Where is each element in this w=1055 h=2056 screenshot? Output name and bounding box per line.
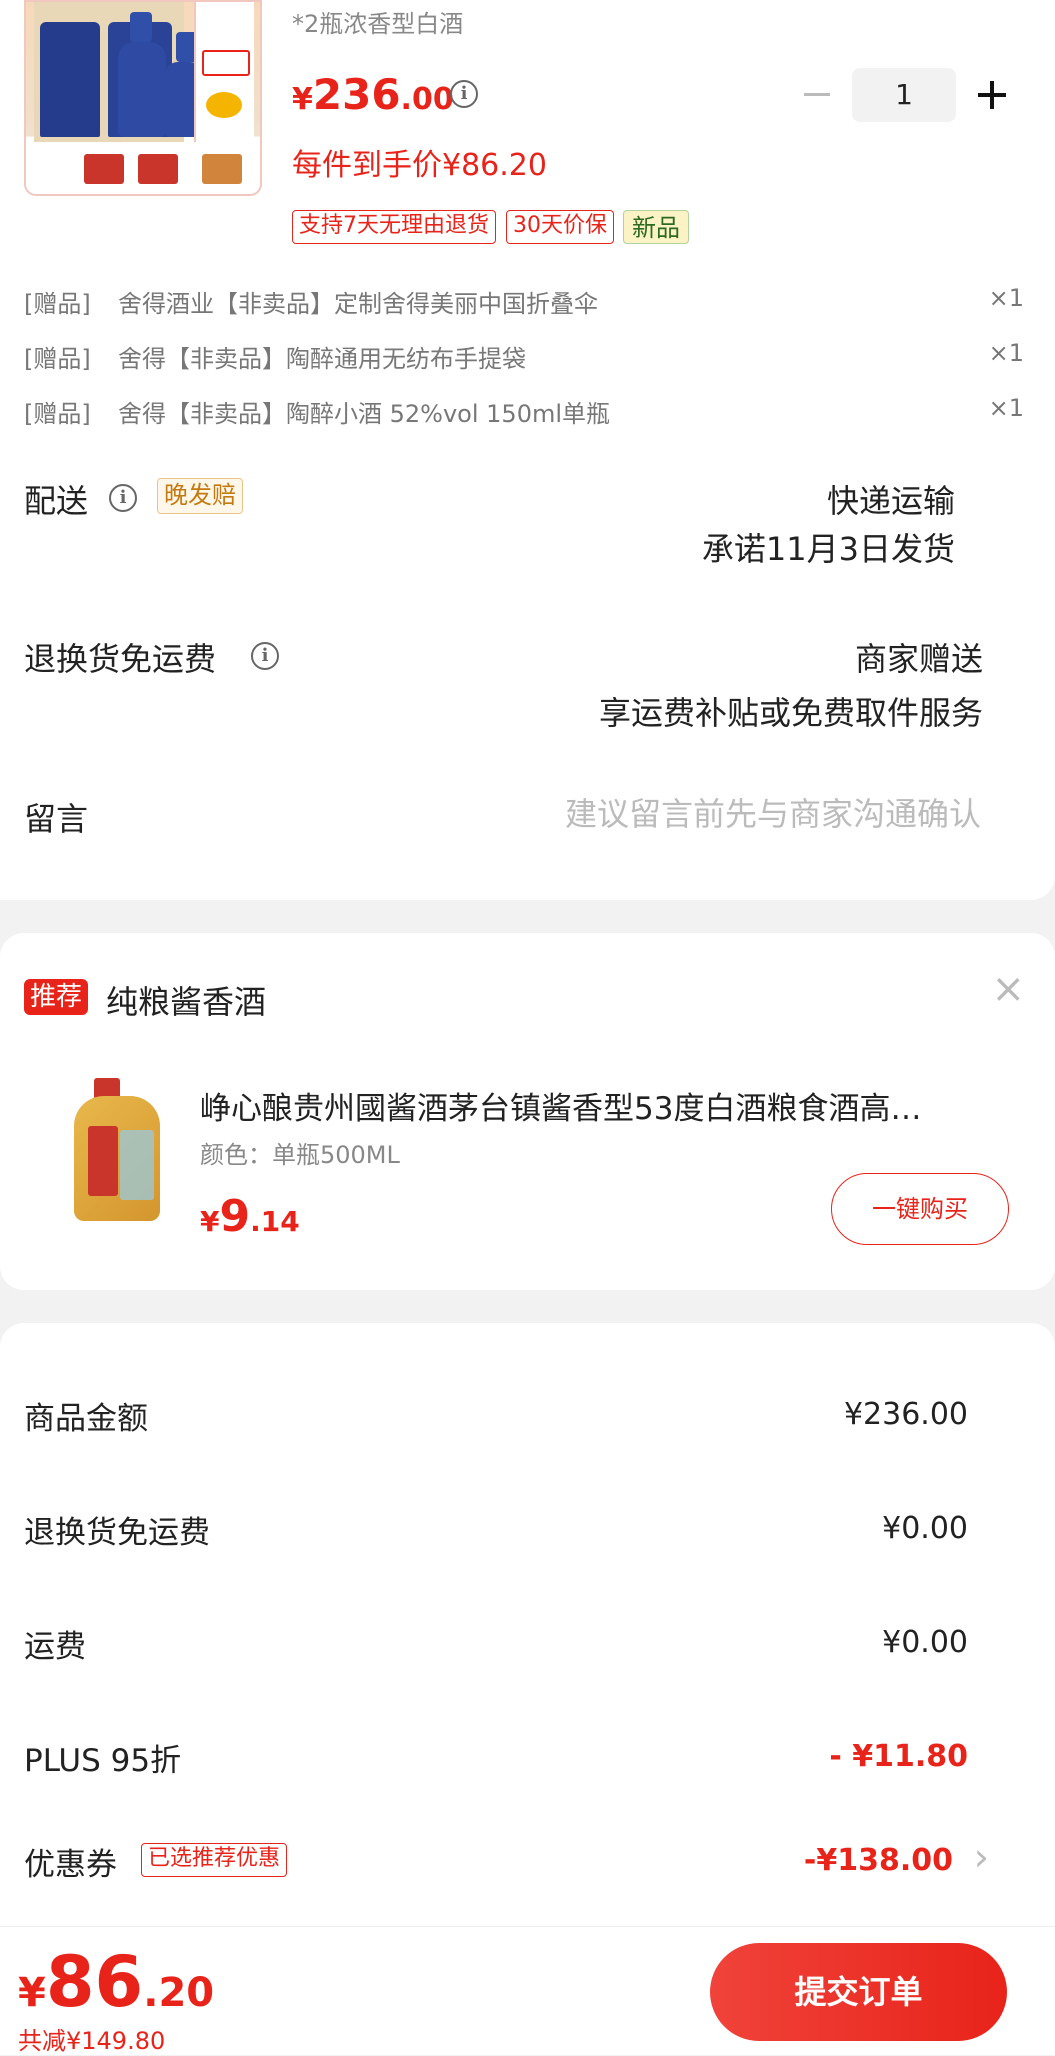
gift-row: [赠品] 舍得酒业【非卖品】定制舍得美丽中国折叠伞 ×1 bbox=[24, 284, 1024, 324]
new-product-tag: 新品 bbox=[623, 210, 689, 244]
quick-buy-button[interactable]: 一键购买 bbox=[831, 1173, 1009, 1245]
quantity-stepper: 1 bbox=[800, 68, 1015, 122]
summary-row: 运费 ¥0.00 bbox=[24, 1621, 968, 1671]
recommend-card: 推荐 纯粮酱香酒 × 峥心酿贵州國酱酒茅台镇酱香型53度白酒粮食酒高… 颜色：单… bbox=[0, 933, 1055, 1290]
final-unit-price: 每件到手价¥86.20 bbox=[292, 148, 547, 183]
price-info-icon[interactable]: i bbox=[450, 80, 478, 108]
message-input[interactable] bbox=[499, 788, 983, 840]
gift-mark: [赠品] bbox=[24, 290, 91, 318]
submit-order-button[interactable]: 提交订单 bbox=[710, 1943, 1007, 2041]
recommend-title: 纯粮酱香酒 bbox=[106, 983, 267, 1021]
total-price: ¥86.20 bbox=[18, 1941, 214, 2023]
coupon-label: 优惠券 bbox=[24, 1847, 117, 1883]
price-protect-tag: 30天价保 bbox=[506, 210, 614, 244]
summary-label: 商品金额 bbox=[24, 1401, 148, 1437]
summary-row: 退换货免运费 ¥0.00 bbox=[24, 1507, 968, 1557]
coupon-value: -¥138.00 bbox=[803, 1843, 953, 1878]
product-price: ¥236.00 bbox=[292, 70, 454, 119]
delivery-label: 配送 bbox=[24, 482, 89, 520]
product-image[interactable] bbox=[24, 0, 262, 196]
gift-name: 舍得【非卖品】陶醉通用无纺布手提袋 bbox=[118, 345, 526, 373]
gift-mark: [赠品] bbox=[24, 400, 91, 428]
product-spec: *2瓶浓香型白酒 bbox=[292, 10, 464, 38]
total-discount: 共减¥149.80 bbox=[18, 2027, 166, 2055]
decrease-button[interactable] bbox=[800, 68, 836, 122]
return-shipping-value: 商家赠送 bbox=[854, 640, 983, 678]
price-integer: 86 bbox=[45, 1941, 144, 2023]
order-item-card: *2瓶浓香型白酒 ¥236.00 i 1 每件到手价¥86.20 支持7天无理由… bbox=[0, 0, 1055, 900]
summary-label: PLUS 95折 bbox=[24, 1743, 182, 1779]
summary-label: 运费 bbox=[24, 1629, 86, 1665]
price-decimal: .14 bbox=[250, 1205, 300, 1238]
increase-button[interactable] bbox=[972, 68, 1012, 122]
summary-value: - ¥11.80 bbox=[829, 1739, 968, 1774]
gift-row: [赠品] 舍得【非卖品】陶醉通用无纺布手提袋 ×1 bbox=[24, 339, 1024, 379]
price-integer: 9 bbox=[219, 1191, 251, 1242]
chevron-right-icon: › bbox=[973, 1835, 989, 1879]
delivery-info-icon[interactable]: i bbox=[109, 484, 137, 512]
summary-value: ¥0.00 bbox=[882, 1511, 968, 1546]
summary-row: PLUS 95折 - ¥11.80 bbox=[24, 1735, 968, 1785]
price-summary-card: 商品金额 ¥236.00 退换货免运费 ¥0.00 运费 ¥0.00 PLUS … bbox=[0, 1323, 1055, 1943]
price-symbol: ¥ bbox=[292, 82, 313, 117]
delivery-method[interactable]: 快递运输 bbox=[827, 476, 955, 522]
gift-row: [赠品] 舍得【非卖品】陶醉小酒 52%vol 150ml单瓶 ×1 bbox=[24, 394, 1024, 434]
return-shipping-info-icon[interactable]: i bbox=[251, 642, 279, 670]
summary-label: 退换货免运费 bbox=[24, 1515, 210, 1551]
summary-value: ¥236.00 bbox=[843, 1397, 968, 1432]
summary-row: 商品金额 ¥236.00 bbox=[24, 1393, 968, 1443]
late-ship-badge: 晚发赔 bbox=[157, 478, 243, 514]
gift-qty: ×1 bbox=[988, 284, 1024, 312]
price-decimal: .20 bbox=[143, 1970, 215, 2016]
recommend-item-title[interactable]: 峥心酿贵州國酱酒茅台镇酱香型53度白酒粮食酒高… bbox=[200, 1083, 1000, 1128]
return-shipping-desc: 享运费补贴或免费取件服务 bbox=[598, 694, 983, 732]
price-decimal: .00 bbox=[400, 82, 454, 117]
checkout-bar: ¥86.20 共减¥149.80 提交订单 bbox=[0, 1926, 1055, 2055]
gift-qty: ×1 bbox=[988, 394, 1024, 422]
price-symbol: ¥ bbox=[200, 1205, 220, 1238]
quantity-input[interactable]: 1 bbox=[852, 68, 956, 122]
gift-name: 舍得酒业【非卖品】定制舍得美丽中国折叠伞 bbox=[118, 290, 598, 318]
recommend-badge: 推荐 bbox=[24, 979, 89, 1015]
price-integer: 236 bbox=[312, 70, 401, 119]
price-symbol: ¥ bbox=[18, 1970, 46, 2016]
recommend-product-image[interactable] bbox=[66, 1078, 166, 1223]
gift-name: 舍得【非卖品】陶醉小酒 52%vol 150ml单瓶 bbox=[118, 400, 611, 428]
coupon-badge: 已选推荐优惠 bbox=[141, 1843, 288, 1877]
gift-mark: [赠品] bbox=[24, 345, 91, 373]
summary-value: ¥0.00 bbox=[882, 1625, 968, 1660]
gift-qty: ×1 bbox=[988, 339, 1024, 367]
coupon-row[interactable]: 优惠券 已选推荐优惠 -¥138.00 › bbox=[24, 1833, 1009, 1893]
recommend-price: ¥9.14 bbox=[200, 1191, 300, 1242]
return-policy-tag: 支持7天无理由退货 bbox=[292, 210, 496, 244]
return-shipping-label: 退换货免运费 bbox=[24, 640, 217, 678]
delivery-promise: 承诺11月3日发货 bbox=[701, 530, 955, 568]
message-label: 留言 bbox=[24, 800, 89, 838]
recommend-item-spec: 颜色：单瓶500ML bbox=[200, 1141, 400, 1169]
close-icon[interactable]: × bbox=[991, 969, 1025, 1009]
